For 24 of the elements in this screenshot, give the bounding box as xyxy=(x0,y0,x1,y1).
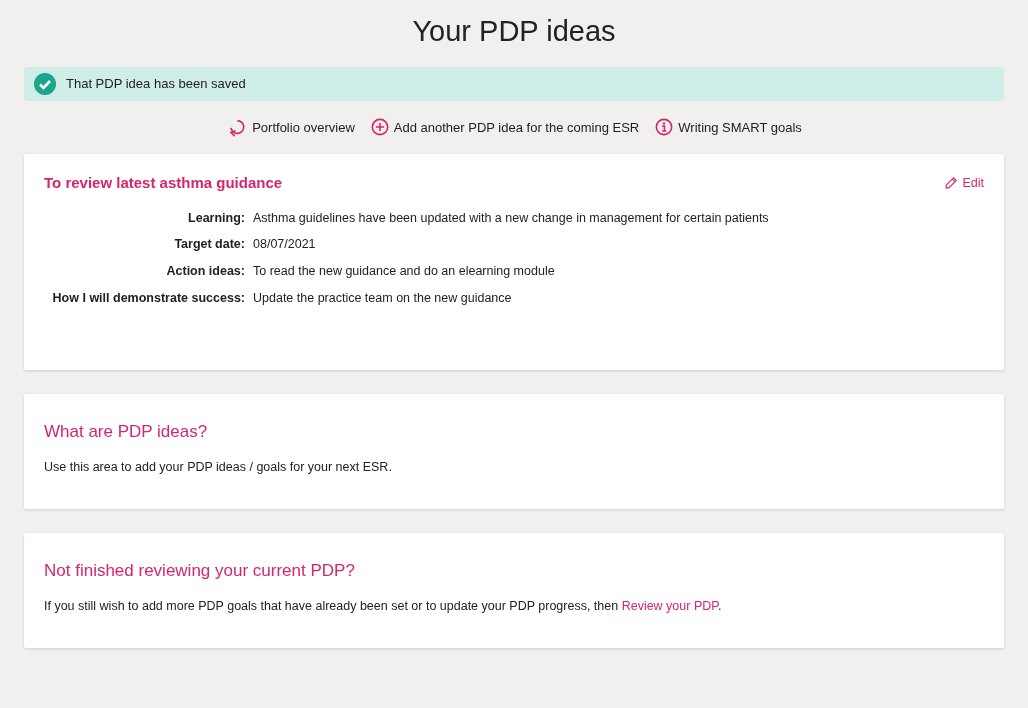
pencil-icon xyxy=(944,176,959,191)
field-label: Learning: xyxy=(187,209,245,227)
nav-link[interactable]: Writing SMART goals xyxy=(655,116,802,138)
nav-link[interactable]: Add another PDP idea for the coming ESR xyxy=(370,116,640,138)
page-title: Your PDP ideas xyxy=(411,14,617,49)
check-circle-icon xyxy=(34,72,56,95)
field-label: Target date: xyxy=(173,236,245,254)
idea-title: To review latest asthma guidance xyxy=(44,174,283,193)
edit-link[interactable]: Edit xyxy=(944,173,984,193)
nav-link[interactable]: Portfolio overview xyxy=(226,116,355,138)
field-value: 08/07/2021 xyxy=(253,236,316,254)
field-value: Update the practice team on the new guidance xyxy=(253,289,512,307)
field-label: How I will demonstrate success: xyxy=(51,289,245,307)
review-link[interactable]: Review your PDP xyxy=(621,599,718,614)
field-value: To read the new guidance and do an elearning module xyxy=(253,263,555,281)
alert-message: That PDP idea has been saved xyxy=(66,75,246,94)
card-title: What are PDP ideas? xyxy=(44,421,209,443)
card-text: Use this area to add your PDP ideas / goals for your next ESR. xyxy=(44,459,393,477)
card-text: If you still wish to add more PDP goals that have already been set or to update your PDP progress, then Review your PDP. xyxy=(44,598,723,616)
card-title: Not finished reviewing your current PDP? xyxy=(44,560,356,582)
add-icon xyxy=(370,118,389,137)
info-icon xyxy=(655,118,674,137)
field-value: Asthma guidelines have been updated with a new change in management for certain patients xyxy=(253,209,769,227)
field-label: Action ideas: xyxy=(165,263,245,281)
